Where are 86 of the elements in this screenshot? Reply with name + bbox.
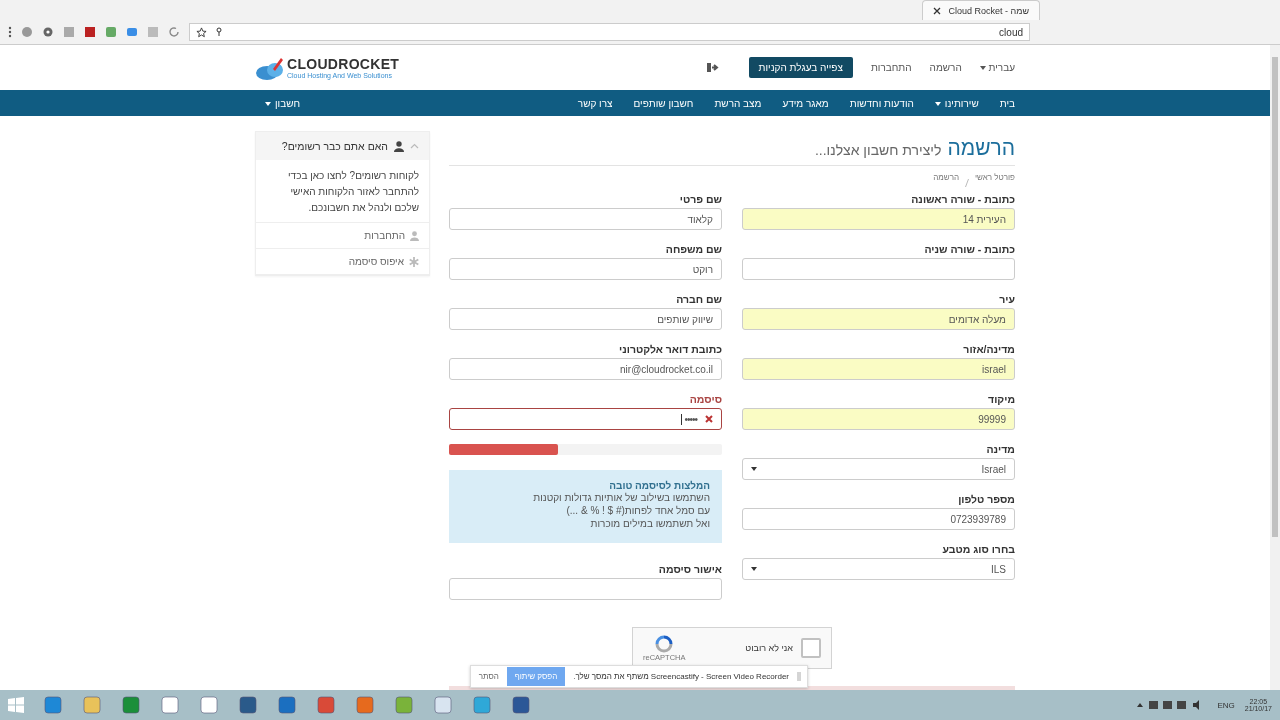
- user-icon: [410, 230, 419, 241]
- password-field[interactable]: •••••: [449, 408, 722, 430]
- caret-icon: [751, 567, 757, 571]
- field-label: מיקוד: [987, 393, 1015, 407]
- address-bar[interactable]: cloud: [189, 23, 1030, 41]
- input-field[interactable]: 99999: [742, 408, 1015, 430]
- field-label: כתובת - שורה ראשונה: [910, 193, 1015, 207]
- gear-icon[interactable]: [42, 26, 54, 38]
- sharing-message: Screencastify - Screen Video Recorder משתף את המסך שלך.: [573, 672, 789, 681]
- nav-item[interactable]: חשבון שותפים: [633, 97, 694, 109]
- menu-icon[interactable]: [8, 26, 12, 38]
- asterisk-icon: [409, 256, 419, 267]
- field-label: מדינה: [985, 443, 1015, 457]
- field-label: שם משפחה: [664, 243, 722, 257]
- field-label: שם פרטי: [678, 193, 722, 207]
- user-icon: [394, 140, 404, 152]
- tips-text: עם סמל אחד לפחות(# $ ! % & ...): [565, 504, 710, 517]
- cart-button[interactable]: צפייה בעגלת הקניות: [748, 57, 853, 78]
- input-language: ENG: [1217, 700, 1235, 710]
- input-field[interactable]: nir@cloudrocket.co.il: [449, 358, 722, 380]
- select-field[interactable]: ILS: [742, 558, 1015, 580]
- field-label: מדינה/אזור: [962, 343, 1015, 357]
- error-icon: [705, 415, 713, 423]
- breadcrumb-separator: [965, 179, 970, 187]
- input-field[interactable]: העירית 14: [742, 208, 1015, 230]
- scrollbar-thumb[interactable]: [1272, 57, 1278, 537]
- input-field[interactable]: מעלה אדומים: [742, 308, 1015, 330]
- caret-icon: [265, 101, 271, 106]
- extension-icon[interactable]: [21, 26, 33, 38]
- caret-icon: [751, 467, 757, 471]
- field-label: בחרו סוג מטבע: [941, 543, 1015, 557]
- field-label: עיר: [998, 293, 1015, 307]
- nav-item[interactable]: מצב הרשת: [714, 97, 762, 109]
- nav-item[interactable]: שירותינו: [934, 97, 979, 109]
- input-field[interactable]: [449, 578, 722, 600]
- field-label: סיסמה: [688, 393, 722, 407]
- nav-item[interactable]: מאגר מידע: [782, 97, 829, 109]
- input-field[interactable]: קלאוד: [449, 208, 722, 230]
- field-label: כתובת דואר אלקטרוני: [618, 343, 722, 357]
- field-label: כתובת - שורה שניה: [923, 243, 1015, 257]
- caret-icon: [934, 101, 941, 106]
- input-field[interactable]: israel: [742, 358, 1015, 380]
- reload-icon[interactable]: [168, 26, 180, 38]
- captcha-label: אני לא רובוט: [744, 643, 793, 653]
- nav-item[interactable]: צרו קשר: [577, 97, 613, 109]
- page-title: הרשמה: [947, 136, 1015, 160]
- captcha-checkbox[interactable]: [801, 638, 821, 658]
- drag-handle-icon[interactable]: [797, 672, 801, 681]
- close-icon[interactable]: [932, 6, 941, 15]
- field-label: אישור סיסמה: [657, 563, 722, 577]
- logo-text: CLOUDROCKET: [287, 56, 400, 72]
- select-field[interactable]: Israel: [742, 458, 1015, 480]
- page-subtitle: ליצירת חשבון אצלנו...: [814, 142, 942, 158]
- hide-link[interactable]: הסתר: [478, 672, 499, 681]
- nav-item[interactable]: הודעות וחדשות: [849, 97, 914, 109]
- sidebar-link[interactable]: התחברות: [256, 223, 429, 249]
- tips-text: ואל תשתמשו במילים מוכרות: [589, 517, 710, 530]
- tips-text: השתמשו בשילוב של אותיות גדולות וקטנות: [532, 491, 710, 504]
- logout-icon[interactable]: [705, 62, 719, 73]
- chevron-up-icon: [410, 143, 419, 149]
- header-link[interactable]: הרשמה: [929, 62, 962, 73]
- extension-icon[interactable]: [63, 26, 75, 38]
- star-icon[interactable]: [196, 26, 207, 38]
- extension-icon[interactable]: [126, 26, 138, 38]
- header-link[interactable]: התחברות: [870, 62, 912, 73]
- input-field[interactable]: שיווק שותפים: [449, 308, 722, 330]
- input-field[interactable]: [742, 258, 1015, 280]
- browser-tab[interactable]: Cloud Rocket - שמה: [921, 0, 1040, 20]
- breadcrumb-link[interactable]: פורטל ראשי: [975, 173, 1015, 193]
- nav-item[interactable]: בית: [999, 97, 1015, 109]
- language-menu[interactable]: עברית: [979, 62, 1015, 73]
- tips-title: המלצות לסיסמה טובה: [608, 480, 710, 491]
- key-icon: [215, 27, 223, 37]
- field-label: שם חברה: [675, 293, 722, 307]
- recaptcha-logo-icon: [655, 634, 674, 653]
- input-field[interactable]: 0723939789: [742, 508, 1015, 530]
- extension-icon[interactable]: [147, 26, 159, 38]
- field-label: מספר טלפון: [957, 493, 1015, 507]
- sidebar-text: לקוחות רשומים? לחצו כאן בכדי להתחבר לאזור הלקוחות האישי שלכם ולנהל את חשבונכם.: [256, 160, 429, 223]
- sidebar-link[interactable]: איפוס סיסמה: [256, 249, 429, 275]
- extension-icon[interactable]: [105, 26, 117, 38]
- windows-logo-icon[interactable]: [8, 697, 24, 713]
- input-field[interactable]: רוקט: [449, 258, 722, 280]
- account-menu[interactable]: חשבון: [265, 97, 301, 109]
- sidebar-title: האם אתם כבר רשומים?: [281, 140, 388, 152]
- caret-icon: [979, 66, 986, 71]
